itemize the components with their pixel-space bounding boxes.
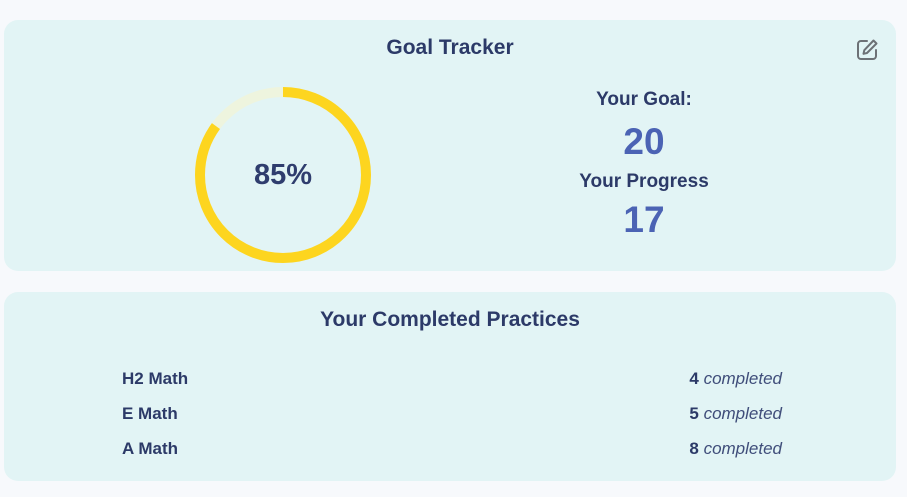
practice-row-h2-math: H2 Math 4 completed — [122, 369, 782, 393]
practice-name: A Math — [122, 439, 179, 458]
practice-name: E Math — [122, 404, 178, 423]
practice-count-number: 8 — [689, 439, 699, 458]
practice-count-suffix: completed — [703, 369, 782, 388]
practice-count-number: 5 — [689, 404, 699, 423]
goal-value: 20 — [623, 121, 665, 162]
practice-row-e-math: E Math 5 completed — [122, 404, 782, 428]
practice-count-suffix: completed — [703, 439, 782, 458]
progress-ring: 85% — [194, 86, 372, 264]
goal-tracker-title: Goal Tracker — [386, 36, 514, 59]
completed-practices-card: Your Completed Practices H2 Math 4 compl… — [4, 292, 896, 481]
goal-label: Your Goal: — [596, 89, 692, 110]
edit-goal-button[interactable] — [854, 37, 880, 63]
practice-count: 5 completed — [689, 404, 782, 424]
progress-value: 17 — [623, 199, 665, 240]
practice-count: 8 completed — [689, 439, 782, 459]
edit-icon — [857, 39, 878, 60]
practice-name: H2 Math — [122, 369, 189, 388]
progress-label: Your Progress — [579, 171, 709, 192]
goal-stats: Your Goal: 20 Your Progress 17 — [544, 88, 744, 242]
completed-practices-title: Your Completed Practices — [320, 308, 580, 331]
practice-count: 4 completed — [689, 369, 782, 389]
practice-count-suffix: completed — [703, 404, 782, 423]
practice-row-a-math: A Math 8 completed — [122, 439, 782, 463]
practice-count-number: 4 — [689, 369, 699, 388]
progress-percent: 85% — [253, 158, 313, 191]
goal-tracker-card: Goal Tracker 85% Your Goal: 20 Your Prog… — [4, 20, 896, 271]
